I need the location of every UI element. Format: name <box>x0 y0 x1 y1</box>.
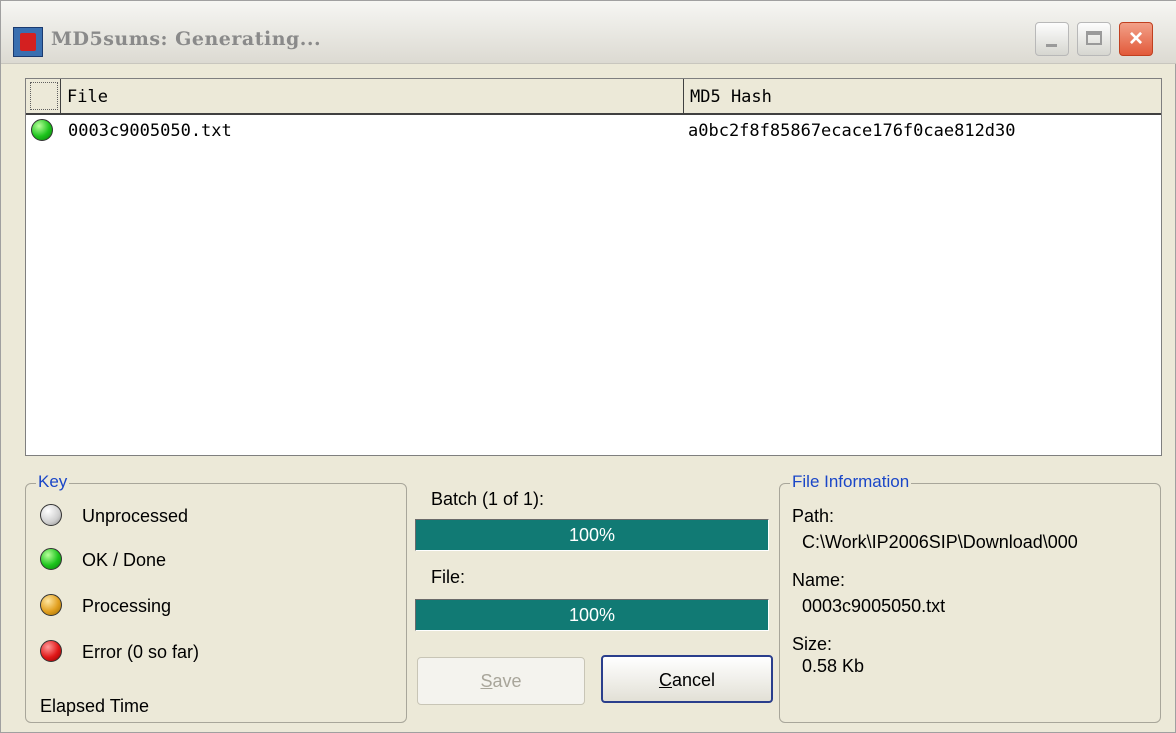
table-row[interactable]: 0003c9005050.txt a0bc2f8f85867ecace176f0… <box>26 117 1161 145</box>
cancel-button[interactable]: Cancel <box>601 655 773 703</box>
key-label: Unprocessed <box>82 506 189 526</box>
cell-md5-hash: a0bc2f8f85867ecace176f0cae812d30 <box>688 121 1016 141</box>
list-header: File MD5 Hash <box>26 79 1161 115</box>
title-bar[interactable]: MD5sums: Generating... × <box>1 1 1176 64</box>
status-ok-icon <box>31 119 53 141</box>
ok-status-icon <box>40 548 62 570</box>
cell-file-name: 0003c9005050.txt <box>68 121 232 141</box>
file-list[interactable]: File MD5 Hash 0003c9005050.txt a0bc2f8f8… <box>25 78 1162 456</box>
key-label: Processing <box>82 596 172 616</box>
close-button[interactable]: × <box>1119 22 1153 56</box>
save-label: ave <box>492 671 522 691</box>
name-value: 0003c9005050.txt <box>802 596 946 616</box>
maximize-button[interactable] <box>1077 22 1111 56</box>
window-title: MD5sums: Generating... <box>51 28 322 50</box>
md5sums-window: MD5sums: Generating... × File MD5 Hash 0… <box>0 0 1176 733</box>
file-information-group: File Information Path: C:\Work\IP2006SIP… <box>779 472 1161 723</box>
column-header-md5-hash[interactable]: MD5 Hash <box>684 79 1161 113</box>
path-label: Path: <box>792 506 835 526</box>
key-group-title: Key <box>36 472 70 492</box>
key-label: Error (0 so far) <box>82 642 200 662</box>
minimize-button[interactable] <box>1035 22 1069 56</box>
size-label: Size: <box>792 634 833 654</box>
key-label: OK / Done <box>82 550 167 570</box>
cancel-accelerator: C <box>658 670 672 690</box>
file-progress-label: File: <box>431 567 466 587</box>
close-icon: × <box>1128 25 1143 52</box>
file-progress-bar: 100% <box>415 599 769 631</box>
error-status-icon <box>40 640 62 662</box>
unprocessed-status-icon <box>40 504 62 526</box>
save-accelerator: S <box>480 671 493 691</box>
size-value: 0.58 Kb <box>802 656 865 676</box>
batch-progress-text: 100% <box>568 525 616 545</box>
cancel-label: ancel <box>671 670 716 690</box>
elapsed-time-label: Elapsed Time <box>40 696 150 716</box>
path-value: C:\Work\IP2006SIP\Download\000 <box>802 532 1078 552</box>
column-header-file[interactable]: File <box>60 79 684 113</box>
batch-progress-bar: 100% <box>415 519 769 551</box>
app-icon <box>13 27 43 57</box>
save-button[interactable]: Save <box>417 657 585 705</box>
processing-status-icon <box>40 594 62 616</box>
header-select-box[interactable] <box>30 82 58 110</box>
name-label: Name: <box>792 570 846 590</box>
file-information-title: File Information <box>790 472 912 492</box>
key-group: Key Unprocessed OK / Done Processing Err… <box>25 472 407 723</box>
file-progress-text: 100% <box>568 605 616 625</box>
batch-progress-label: Batch (1 of 1): <box>431 489 545 509</box>
